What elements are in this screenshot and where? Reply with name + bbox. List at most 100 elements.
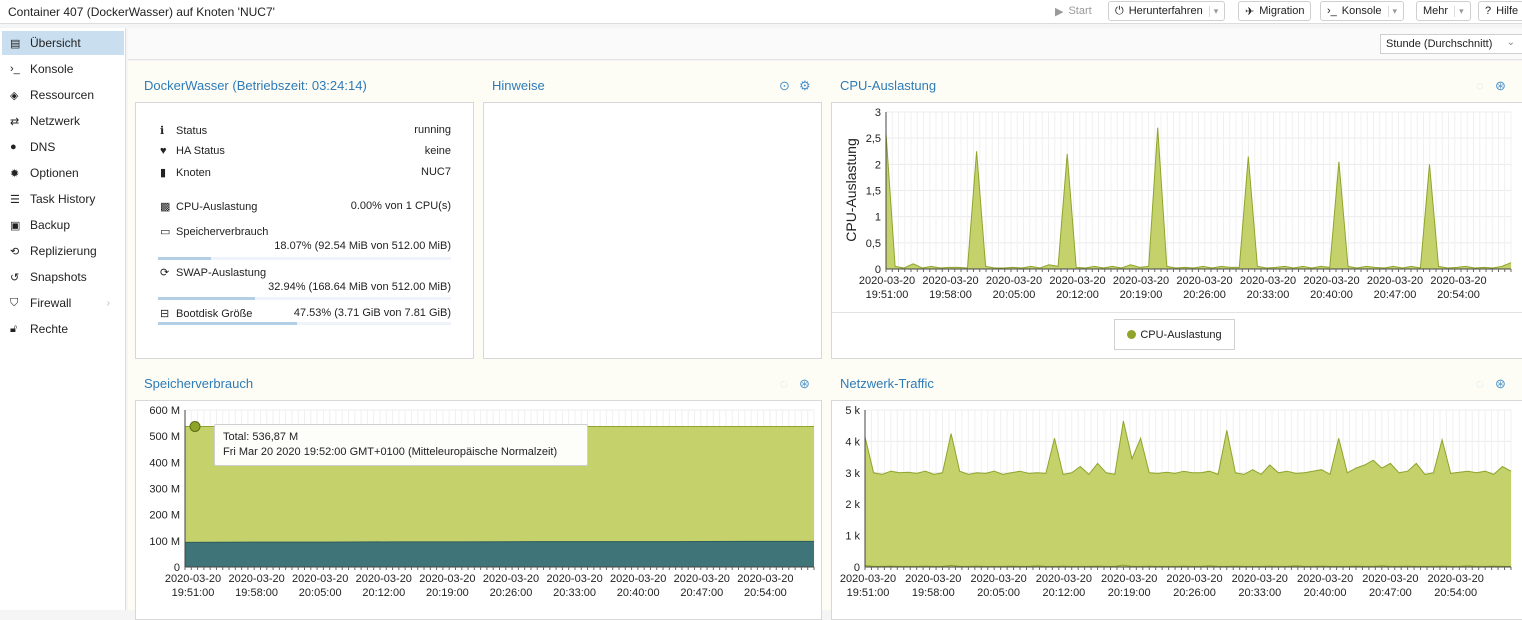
swap-value: 32.94% (168.64 MiB von 512.00 MiB)	[268, 281, 451, 293]
migration-label: Migration	[1259, 5, 1305, 17]
sidebar-item-backup[interactable]: ▣ Backup	[2, 213, 124, 237]
sidebar-item-label: DNS	[30, 140, 56, 154]
cpu-icon: ▩	[160, 201, 171, 213]
cpu-panel-title: CPU-Auslastung	[840, 78, 937, 93]
sidebar-item-dns[interactable]: ● DNS	[2, 135, 124, 159]
shield-icon: ⛉	[10, 296, 19, 309]
ha-status-row: ♥ HA Status	[160, 145, 225, 157]
sidebar-item-label: Backup	[30, 218, 71, 232]
y-tick-label: 2 k	[845, 499, 860, 511]
cube-icon: ◈	[10, 89, 19, 102]
chevron-down-icon[interactable]: ▾	[1208, 5, 1218, 17]
notes-panel	[483, 102, 822, 359]
x-tick-label: 20:26:00	[1183, 289, 1226, 301]
console-label: Konsole	[1341, 5, 1382, 17]
undo-zoom-icon[interactable]: ◌	[1476, 78, 1484, 93]
expand-icon[interactable]: ⊙	[779, 78, 790, 94]
chevron-right-icon: ›	[106, 297, 110, 309]
x-tick-label: 20:54:00	[744, 587, 787, 599]
sidebar-item-options[interactable]: ✹ Optionen	[2, 161, 124, 185]
terminal-icon: ›_	[10, 63, 20, 75]
series-area	[185, 541, 814, 567]
chevron-down-icon: ⌄	[1506, 37, 1515, 48]
sidebar-item-label: Konsole	[30, 62, 74, 76]
legend-dot-icon	[1127, 330, 1137, 339]
chevron-down-icon[interactable]: ▾	[1387, 5, 1397, 17]
heartbeat-icon: ♥	[160, 145, 167, 157]
x-tick-label: 2020-03-20	[1101, 573, 1157, 585]
memory-chart-tooltip: Total: 536,87 M Fri Mar 20 2020 19:52:00…	[214, 424, 588, 466]
sidebar-item-network[interactable]: ⇄ Netzwerk	[2, 109, 124, 133]
y-tick-label: 600 M	[149, 405, 180, 417]
sidebar-item-overview[interactable]: ▤ Übersicht	[2, 31, 124, 55]
x-tick-label: 2020-03-20	[292, 573, 348, 585]
memory-progress-fill	[158, 257, 211, 260]
shutdown-button[interactable]: ⏻ Herunterfahren ▾	[1108, 1, 1226, 21]
x-tick-label: 20:05:00	[299, 587, 342, 599]
cpu-legend[interactable]: CPU-Auslastung	[1114, 319, 1235, 350]
x-tick-label: 20:33:00	[553, 587, 596, 599]
cpu-label: CPU-Auslastung	[176, 201, 258, 213]
undo-zoom-icon[interactable]: ◌	[1476, 376, 1484, 391]
timeframe-select[interactable]: Stunde (Durchschnitt) ⌄	[1380, 34, 1522, 54]
x-tick-label: 20:40:00	[617, 587, 660, 599]
x-tick-label: 20:33:00	[1238, 587, 1281, 599]
y-tick-label: 500 M	[149, 431, 180, 443]
x-tick-label: 20:26:00	[1173, 587, 1216, 599]
x-tick-label: 19:51:00	[866, 289, 909, 301]
start-button[interactable]: ▶ Start	[1048, 1, 1099, 21]
x-tick-label: 2020-03-20	[1176, 275, 1232, 287]
x-tick-label: 20:19:00	[1108, 587, 1151, 599]
x-tick-label: 20:54:00	[1437, 289, 1480, 301]
sidebar-item-snapshots[interactable]: ↺ Snapshots	[2, 265, 124, 289]
sidebar-item-task-history[interactable]: ☰ Task History	[2, 187, 124, 211]
bootdisk-row: ⊟ Bootdisk Größe	[160, 307, 252, 320]
notes-panel-title: Hinweise	[492, 78, 545, 93]
x-tick-label: 19:58:00	[235, 587, 278, 599]
book-icon: ▤	[10, 37, 21, 50]
sidebar-item-replication[interactable]: ⟲ Replizierung	[2, 239, 124, 263]
x-tick-label: 20:47:00	[1369, 587, 1412, 599]
sidebar-item-firewall[interactable]: ⛉ Firewall ›	[2, 291, 124, 315]
more-button[interactable]: Mehr ▾	[1416, 1, 1471, 21]
status-row: ℹ Status	[160, 124, 207, 137]
x-tick-label: 2020-03-20	[1049, 275, 1105, 287]
sidebar-item-label: Übersicht	[30, 36, 81, 50]
help-button[interactable]: ? Hilfe	[1478, 1, 1522, 21]
network-panel-title: Netzwerk-Traffic	[840, 376, 934, 391]
node-row: ▮ Knoten	[160, 166, 211, 179]
sidebar-item-resources[interactable]: ◈ Ressourcen	[2, 83, 124, 107]
x-tick-label: 2020-03-20	[1428, 573, 1484, 585]
refresh-icon[interactable]: ⊛	[1495, 78, 1506, 94]
console-button[interactable]: ›_ Konsole ▾	[1320, 1, 1405, 21]
sidebar-item-label: Task History	[30, 192, 96, 206]
x-tick-label: 20:40:00	[1304, 587, 1347, 599]
sidebar-item-permissions[interactable]: 🔓︎ Rechte	[2, 317, 124, 341]
gear-icon[interactable]: ⚙	[799, 78, 811, 94]
y-tick-label: 300 M	[149, 484, 180, 496]
bootdisk-progress-fill	[158, 322, 298, 325]
status-panel-title: DockerWasser (Betriebszeit: 03:24:14)	[144, 78, 367, 93]
status-value: running	[414, 124, 451, 136]
sidebar-item-label: Replizierung	[30, 244, 97, 258]
x-tick-label: 2020-03-20	[1430, 275, 1486, 287]
x-tick-label: 2020-03-20	[905, 573, 961, 585]
y-tick-label: 2,5	[866, 133, 881, 145]
content-toolbar	[128, 28, 1522, 60]
refresh-icon[interactable]: ⊛	[799, 376, 810, 392]
chevron-down-icon: ▾	[1454, 5, 1464, 17]
refresh-icon[interactable]: ⊛	[1495, 376, 1506, 392]
y-tick-label: 2	[875, 159, 881, 171]
node-label: Knoten	[176, 167, 211, 179]
sidebar: ▤ Übersicht ›_ Konsole ◈ Ressourcen ⇄ Netzwe…	[0, 28, 126, 610]
y-tick-label: 5 k	[845, 405, 860, 417]
x-tick-label: 20:54:00	[1434, 587, 1477, 599]
sidebar-item-console[interactable]: ›_ Konsole	[2, 57, 124, 81]
migration-button[interactable]: ✈ Migration	[1238, 1, 1312, 21]
y-tick-label: 1,5	[866, 186, 881, 198]
x-tick-label: 19:51:00	[172, 587, 215, 599]
shutdown-label: Herunterfahren	[1128, 5, 1203, 17]
swap-progress	[158, 297, 451, 300]
undo-zoom-icon[interactable]: ◌	[780, 376, 788, 391]
sidebar-item-label: Snapshots	[30, 270, 87, 284]
